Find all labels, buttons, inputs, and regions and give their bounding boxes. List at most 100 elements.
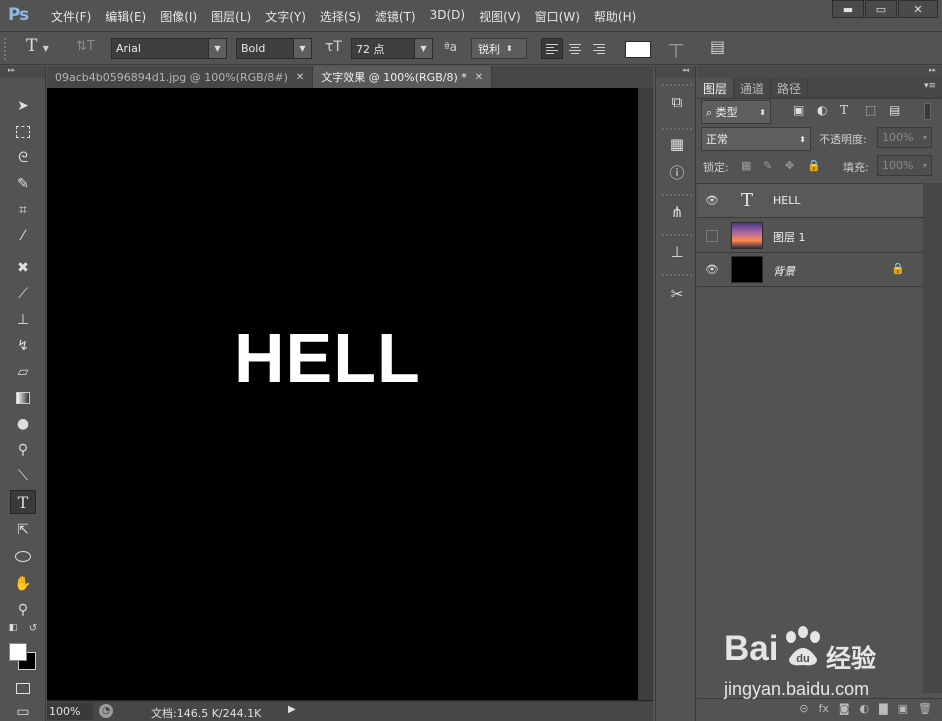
layer-row-background[interactable]: 👁 背景 🔒 — [697, 253, 923, 287]
filter-pixel-icon[interactable]: ▣ — [793, 103, 804, 117]
lock-position-icon[interactable]: ✥ — [785, 159, 794, 172]
menu-layer[interactable]: 图层(L) — [204, 8, 258, 25]
quick-mask-icon[interactable] — [10, 676, 36, 700]
panel-menu-icon[interactable]: ▾≡ — [924, 81, 936, 91]
swap-colors-icon[interactable]: ↺ — [26, 622, 40, 634]
eraser-tool-icon[interactable]: ▱ — [10, 360, 36, 384]
menu-edit[interactable]: 编辑(E) — [98, 8, 153, 25]
document-canvas[interactable]: HELL — [47, 88, 638, 700]
status-info-icon[interactable]: ◔ — [99, 704, 113, 718]
options-grip[interactable] — [4, 38, 8, 60]
filter-adjustment-icon[interactable]: ◐ — [817, 103, 827, 117]
filter-type-icon[interactable]: T — [840, 103, 848, 117]
layer-name[interactable]: HELL — [773, 194, 800, 207]
tab-text-effect[interactable]: 文字效果 @ 100%(RGB/8) * ✕ — [313, 66, 493, 88]
marquee-tool-icon[interactable] — [10, 120, 36, 144]
menu-help[interactable]: 帮助(H) — [587, 8, 643, 25]
lock-all-icon[interactable]: 🔒 — [807, 159, 821, 172]
minimize-button[interactable]: ▬ — [832, 0, 864, 18]
dodge-tool-icon[interactable]: ⚲ — [10, 438, 36, 462]
quick-selection-tool-icon[interactable]: ✎ — [10, 172, 36, 196]
status-menu-arrow-icon[interactable]: ▶ — [288, 704, 296, 715]
menu-type[interactable]: 文字(Y) — [258, 8, 313, 25]
filter-smart-object-icon[interactable]: ▤ — [889, 103, 900, 117]
vertical-scrollbar[interactable] — [638, 88, 653, 700]
menu-3d[interactable]: 3D(D) — [423, 8, 472, 25]
layer-filter-select[interactable]: ⌕ 类型 ⬍ — [701, 100, 771, 124]
move-tool-icon[interactable]: ➤ — [10, 94, 36, 118]
close-icon[interactable]: ✕ — [296, 72, 304, 83]
eye-icon[interactable]: 👁 — [705, 194, 719, 208]
default-colors-icon[interactable]: ◧ — [6, 622, 20, 634]
menu-window[interactable]: 窗口(W) — [528, 8, 587, 25]
text-orientation-icon[interactable]: ⇅T — [76, 39, 95, 60]
info-icon[interactable]: ⓘ — [665, 160, 689, 184]
menu-view[interactable]: 视图(V) — [472, 8, 528, 25]
new-layer-icon[interactable]: ▣ — [898, 702, 908, 720]
screen-mode-icon[interactable]: ▭ — [10, 700, 36, 721]
color-panel-icon[interactable]: ▦ — [665, 132, 689, 156]
filter-toggle[interactable] — [924, 103, 931, 120]
pen-tool-icon[interactable]: ⟍ — [10, 464, 36, 488]
history-brush-tool-icon[interactable]: ↯ — [10, 334, 36, 358]
font-family-select[interactable]: Arial ▼ — [111, 38, 227, 59]
tab-channels[interactable]: 通道 — [734, 78, 772, 98]
eyedropper-tool-icon[interactable]: ⁄ — [10, 224, 36, 248]
type-tool-icon[interactable]: T — [10, 490, 36, 514]
healing-brush-tool-icon[interactable]: ✖ — [10, 256, 36, 280]
lock-transparent-icon[interactable]: ▦ — [741, 159, 751, 172]
layer-name[interactable]: 背景 — [773, 263, 795, 279]
menu-filter[interactable]: 滤镜(T) — [368, 8, 423, 25]
close-button[interactable]: ✕ — [898, 0, 938, 18]
tab-paths[interactable]: 路径 — [771, 78, 809, 98]
menu-file[interactable]: 文件(F) — [44, 8, 98, 25]
font-size-select[interactable]: 72 点 ▼ — [351, 38, 433, 59]
align-left-button[interactable] — [541, 38, 563, 59]
lock-pixels-icon[interactable]: ✎ — [763, 159, 772, 172]
lasso-tool-icon[interactable]: ᘓ — [10, 146, 36, 170]
hand-tool-icon[interactable]: ✋ — [10, 572, 36, 596]
text-color-swatch[interactable] — [625, 41, 651, 58]
trash-icon[interactable]: 🗑 — [918, 702, 932, 720]
align-right-button[interactable] — [589, 38, 611, 59]
blur-tool-icon[interactable]: ● — [10, 412, 36, 436]
close-icon[interactable]: ✕ — [475, 72, 483, 83]
blend-mode-select[interactable]: 正常 ⬍ — [701, 127, 811, 151]
panel-collapse-icon[interactable]: ▸▸ — [697, 66, 942, 78]
font-style-select[interactable]: Bold ▼ — [236, 38, 312, 59]
layer-row-hell[interactable]: 👁 T HELL — [697, 184, 923, 218]
ellipse-tool-icon[interactable] — [10, 544, 36, 568]
crop-tool-icon[interactable]: ⌗ — [10, 198, 36, 222]
align-center-button[interactable] — [565, 38, 587, 59]
clone-source-icon[interactable]: ⊥ — [665, 240, 689, 264]
toolbar-collapse-icon[interactable]: ▸▸ — [0, 66, 45, 78]
brush-presets-icon[interactable]: ⋔ — [665, 200, 689, 224]
filter-shape-icon[interactable]: ⬚ — [865, 103, 876, 117]
visibility-toggle[interactable] — [706, 230, 718, 242]
fill-field[interactable]: 100% ▾ — [877, 155, 932, 176]
clone-stamp-tool-icon[interactable]: ⊥ — [10, 308, 36, 332]
maximize-button[interactable]: ▭ — [865, 0, 897, 18]
eye-icon[interactable]: 👁 — [705, 263, 719, 277]
tab-photo[interactable]: 09acb4b0596894d1.jpg @ 100%(RGB/8#) ✕ — [47, 66, 314, 88]
character-panel-icon[interactable]: ▤ — [710, 37, 725, 58]
history-icon[interactable]: ⧉ — [665, 90, 689, 114]
tool-presets-icon[interactable]: ✂ — [665, 282, 689, 306]
dock-collapse-icon[interactable]: ◂◂ — [656, 66, 695, 78]
tab-layers[interactable]: 图层 — [697, 78, 735, 98]
zoom-tool-icon[interactable]: ⚲ — [10, 598, 36, 622]
foreground-color-swatch[interactable] — [9, 643, 27, 661]
layers-scrollbar[interactable] — [923, 183, 942, 693]
canvas-text-layer[interactable]: HELL — [234, 318, 421, 398]
antialias-select[interactable]: 锐利 ⬍ — [471, 38, 527, 59]
warp-text-icon[interactable]: 丅 — [668, 37, 684, 60]
path-selection-tool-icon[interactable]: ⇱ — [10, 518, 36, 542]
menu-image[interactable]: 图像(I) — [153, 8, 204, 25]
menu-select[interactable]: 选择(S) — [313, 8, 368, 25]
layer-row-layer1[interactable]: 图层 1 — [697, 219, 923, 253]
brush-tool-icon[interactable]: ⟋ — [10, 282, 36, 306]
opacity-field[interactable]: 100% ▾ — [877, 127, 932, 148]
zoom-level-field[interactable]: 100% — [47, 703, 93, 720]
layer-name[interactable]: 图层 1 — [773, 229, 806, 245]
type-tool-preset-icon[interactable]: T ▼ — [26, 36, 49, 57]
